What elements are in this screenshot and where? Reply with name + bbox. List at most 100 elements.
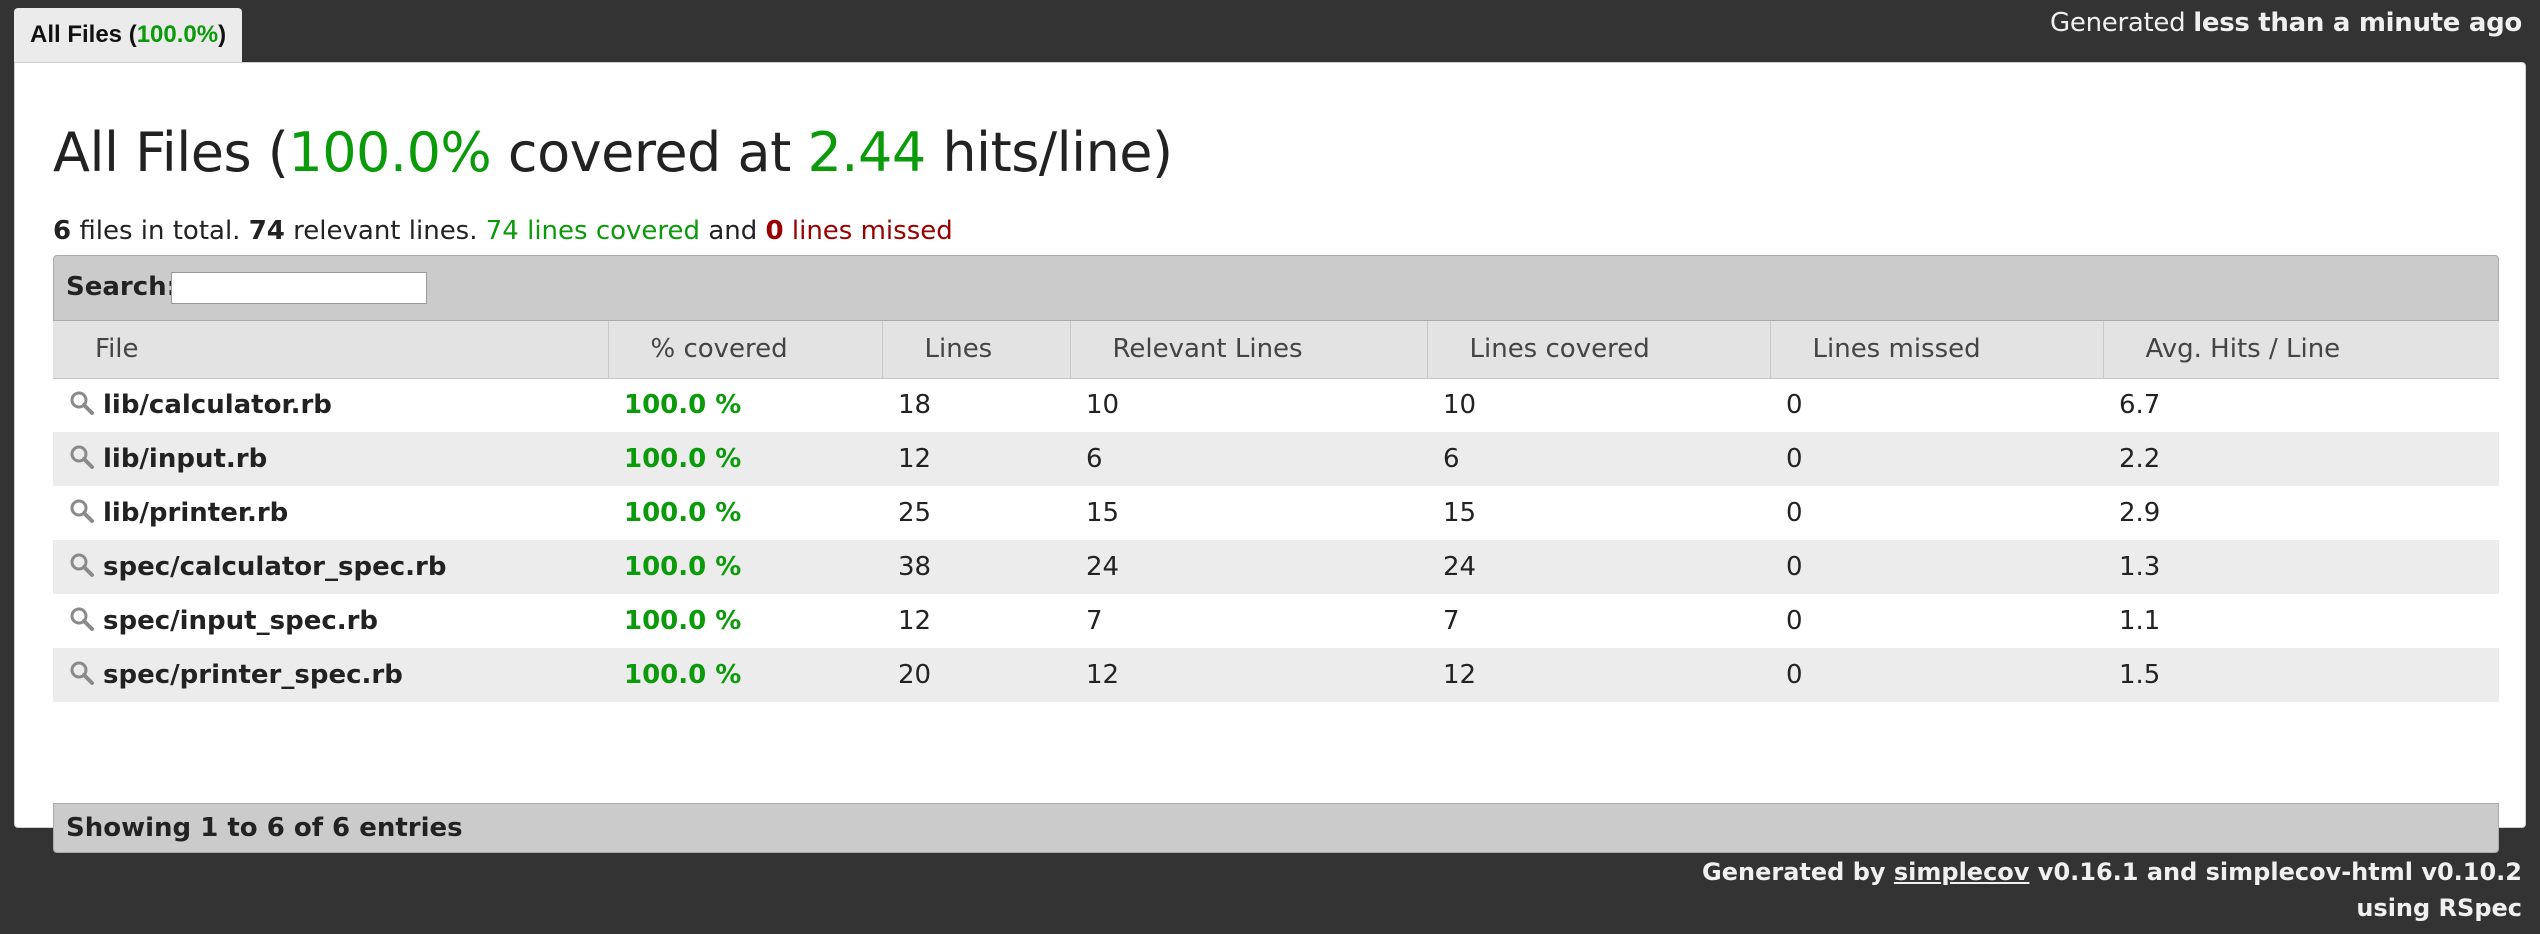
search-label: Search: — [66, 272, 178, 302]
magnifier-icon[interactable] — [69, 660, 95, 686]
lines-missed-cell: 0 — [1786, 606, 1803, 636]
tab-paren-close: ) — [218, 21, 227, 48]
title-middle: covered at — [491, 121, 808, 184]
relevant-count: 74 — [248, 216, 285, 246]
lines-cell: 12 — [898, 606, 932, 636]
column-header-avg-hits[interactable]: Avg. Hits / Line — [2103, 321, 2499, 379]
percent-covered-value: 100.0 % — [624, 498, 742, 528]
lines-covered-summary: 74 lines covered — [485, 216, 701, 246]
percent-covered-value: 100.0 % — [624, 390, 742, 421]
lines-covered-cell: 24 — [1427, 540, 1770, 594]
title-prefix: All Files ( — [53, 121, 289, 184]
simplecov-link[interactable]: simplecov — [1894, 858, 2030, 886]
search-input[interactable] — [171, 272, 427, 304]
table-row: spec/calculator_spec.rb 100.0 % 38 24 24 0 1.3 — [53, 540, 2499, 594]
file-count: 6 — [53, 216, 72, 246]
avg-hits-cell: 1.1 — [2119, 606, 2161, 636]
avg-hits-cell: 1.3 — [2103, 540, 2499, 594]
lines-covered-cell: 10 — [1443, 390, 1477, 421]
relevant-lines-cell: 10 — [1086, 390, 1120, 421]
column-header-relevant-lines[interactable]: Relevant Lines — [1070, 321, 1428, 379]
lines-covered-cell: 6 — [1427, 432, 1770, 486]
column-header-percent-covered[interactable]: % covered — [608, 321, 883, 379]
file-cell: lib/calculator.rb — [53, 378, 608, 432]
file-cell: spec/calculator_spec.rb — [53, 540, 608, 594]
tab-label: All Files — [30, 21, 123, 48]
lines-covered-cell: 12 — [1427, 648, 1770, 702]
percent-covered-value: 100.0 % — [624, 660, 742, 690]
table-row: spec/input_spec.rb 100.0 % 12 7 7 0 1.1 — [53, 594, 2499, 648]
generated-time: less than a minute ago — [2193, 8, 2522, 38]
magnifier-icon[interactable] — [69, 552, 95, 578]
avg-hits-cell: 6.7 — [2119, 390, 2161, 421]
percent-covered-cell: 100.0 % — [608, 486, 882, 540]
table-body: lib/calculator.rb 100.0 % 18 10 10 0 6.7 lib/in… — [53, 378, 2499, 702]
file-name-link[interactable]: spec/calculator_spec.rb — [103, 552, 446, 582]
missed-text: lines missed — [783, 216, 953, 246]
lines-cell: 20 — [882, 648, 1070, 702]
file-name-link[interactable]: spec/input_spec.rb — [103, 606, 378, 636]
tab-paren-open: ( — [122, 21, 137, 48]
file-name-link[interactable]: lib/printer.rb — [103, 498, 288, 528]
magnifier-icon[interactable] — [69, 606, 95, 632]
relevant-lines-cell: 6 — [1070, 432, 1427, 486]
magnifier-icon[interactable] — [69, 390, 95, 416]
percent-covered-value: 100.0 % — [624, 444, 742, 474]
column-header-file[interactable]: File — [53, 321, 609, 379]
percent-covered-cell: 100.0 % — [608, 594, 882, 648]
footer-line-2: using RSpec — [2356, 894, 2522, 922]
lines-missed-cell: 0 — [1786, 498, 1803, 528]
column-header-lines-covered[interactable]: Lines covered — [1427, 321, 1771, 379]
and-text: and — [700, 216, 766, 246]
title-hits: 2.44 — [807, 121, 926, 184]
tab-all-files[interactable]: All Files (100.0%) — [14, 8, 243, 62]
relevant-lines-cell: 15 — [1086, 498, 1120, 528]
relevant-lines-cell: 24 — [1070, 540, 1427, 594]
percent-covered-value: 100.0 % — [624, 606, 742, 636]
magnifier-icon[interactable] — [69, 498, 95, 524]
magnifier-icon[interactable] — [69, 444, 95, 470]
search-bar: Search: — [53, 255, 2499, 321]
relevant-lines-cell: 12 — [1070, 648, 1427, 702]
generated-prefix: Generated — [2050, 8, 2194, 38]
file-name-link[interactable]: lib/input.rb — [103, 444, 267, 474]
lines-cell: 25 — [898, 498, 932, 528]
table-row: lib/input.rb 100.0 % 12 6 6 0 2.2 — [53, 432, 2499, 486]
file-cell: spec/printer_spec.rb — [53, 648, 608, 702]
lines-missed-cell: 0 — [1770, 540, 2103, 594]
lines-missed-cell: 0 — [1770, 432, 2103, 486]
table-row: spec/printer_spec.rb 100.0 % 20 12 12 0 1.5 — [53, 648, 2499, 702]
tab-bar: All Files (100.0%) Generated less than a… — [0, 0, 2540, 62]
relevant-text: relevant lines. — [284, 216, 486, 246]
files-table: File % covered Lines Relevant Lines Line… — [53, 321, 2499, 702]
files-text: files in total. — [71, 216, 249, 246]
avg-hits-cell: 2.2 — [2103, 432, 2499, 486]
percent-covered-cell: 100.0 % — [608, 540, 882, 594]
page-title: All Files (100.0% covered at 2.44 hits/l… — [53, 121, 1173, 184]
relevant-lines-cell: 7 — [1086, 606, 1103, 636]
footer-prefix: Generated by — [1702, 858, 1894, 886]
table-row: lib/calculator.rb 100.0 % 18 10 10 0 6.7 — [53, 378, 2499, 432]
file-cell: spec/input_spec.rb — [53, 594, 608, 648]
file-name-link[interactable]: spec/printer_spec.rb — [103, 660, 403, 690]
lines-cell: 12 — [882, 432, 1070, 486]
footer-middle: v0.16.1 and simplecov-html v0.10.2 — [2029, 858, 2522, 886]
lines-covered-cell: 7 — [1443, 606, 1460, 636]
percent-covered-cell: 100.0 % — [608, 648, 882, 702]
main-panel: All Files (100.0% covered at 2.44 hits/l… — [14, 62, 2526, 853]
footer-line-1: Generated by simplecov v0.16.1 and simpl… — [1702, 854, 2522, 890]
lines-covered-cell: 15 — [1443, 498, 1477, 528]
lines-missed-cell: 0 — [1770, 648, 2103, 702]
missed-count: 0 — [765, 216, 784, 246]
column-header-lines[interactable]: Lines — [882, 321, 1071, 379]
table-info-bar: Showing 1 to 6 of 6 entries — [53, 803, 2499, 853]
title-suffix: hits/line) — [925, 121, 1173, 184]
generated-timestamp: Generated less than a minute ago — [2050, 8, 2522, 38]
column-header-lines-missed[interactable]: Lines missed — [1770, 321, 2104, 379]
file-cell: lib/input.rb — [53, 432, 608, 486]
table-row: lib/printer.rb 100.0 % 25 15 15 0 2.9 — [53, 486, 2499, 540]
file-name-link[interactable]: lib/calculator.rb — [103, 390, 332, 420]
lines-cell: 18 — [898, 390, 932, 421]
lines-missed-cell: 0 — [1786, 390, 1803, 421]
coverage-summary: 6 files in total. 74 relevant lines. 74 … — [53, 216, 953, 246]
